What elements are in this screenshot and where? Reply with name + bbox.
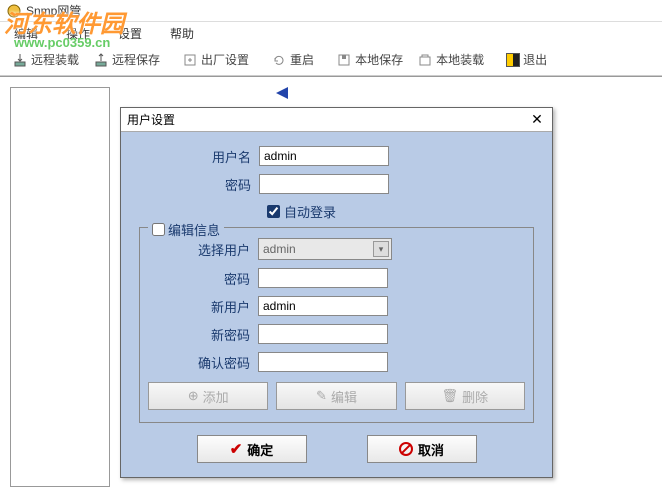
arrow-left-icon bbox=[272, 85, 292, 104]
menu-operate[interactable]: 操作 bbox=[60, 23, 96, 44]
cancel-icon bbox=[399, 442, 413, 456]
edit-icon: ✎ bbox=[316, 388, 327, 404]
exit-icon bbox=[506, 53, 520, 67]
close-icon[interactable]: ✕ bbox=[528, 111, 546, 129]
local-load-button[interactable]: 本地装载 bbox=[411, 48, 490, 71]
select-user-label: 选择用户 bbox=[148, 240, 258, 259]
add-button[interactable]: ⊕ 添加 bbox=[148, 382, 268, 410]
menu-help[interactable]: 帮助 bbox=[164, 23, 200, 44]
cancel-button[interactable]: 取消 bbox=[367, 435, 477, 463]
edit-info-fieldset: 编辑信息 选择用户 admin ▾ 密码 新用户 bbox=[139, 227, 534, 423]
remote-save-button[interactable]: 远程保存 bbox=[87, 48, 166, 71]
username-label: 用户名 bbox=[139, 147, 259, 166]
window-title: Snmp网管 bbox=[26, 2, 81, 19]
edit-button[interactable]: ✎ 编辑 bbox=[276, 382, 396, 410]
add-icon: ⊕ bbox=[188, 388, 199, 404]
user-settings-dialog: 用户设置 ✕ 用户名 密码 自动登录 编辑信息 选 bbox=[120, 107, 553, 478]
exit-button[interactable]: 退出 bbox=[500, 48, 553, 71]
app-icon bbox=[6, 3, 22, 19]
restart-icon bbox=[271, 52, 287, 68]
toolbar: 远程装载 远程保存 出厂设置 重启 本地保存 本地装载 退出 bbox=[0, 44, 662, 76]
check-icon: ✔ bbox=[230, 440, 243, 458]
save-icon bbox=[336, 52, 352, 68]
ok-button[interactable]: ✔ 确定 bbox=[197, 435, 307, 463]
factory-icon bbox=[182, 52, 198, 68]
menu-bar: 编辑 操作 设置 帮助 bbox=[0, 22, 662, 44]
select-user-dropdown[interactable]: admin ▾ bbox=[258, 238, 392, 260]
autologin-checkbox[interactable] bbox=[267, 205, 280, 218]
newuser-input[interactable] bbox=[258, 296, 388, 316]
fs-password-input[interactable] bbox=[258, 268, 388, 288]
remote-load-button[interactable]: 远程装载 bbox=[6, 48, 85, 71]
username-input[interactable] bbox=[259, 146, 389, 166]
fs-password-label: 密码 bbox=[148, 269, 258, 288]
dialog-title: 用户设置 bbox=[127, 111, 175, 128]
trash-icon: 🗑 bbox=[442, 388, 459, 404]
newuser-label: 新用户 bbox=[148, 297, 258, 316]
menu-edit[interactable]: 编辑 bbox=[8, 23, 44, 44]
title-bar: Snmp网管 bbox=[0, 0, 662, 22]
load-icon bbox=[417, 52, 433, 68]
content-area: 用户设置 ✕ 用户名 密码 自动登录 编辑信息 选 bbox=[0, 76, 662, 503]
menu-settings[interactable]: 设置 bbox=[112, 23, 148, 44]
newpassword-label: 新密码 bbox=[148, 325, 258, 344]
tree-panel[interactable] bbox=[10, 87, 110, 487]
newpassword-input[interactable] bbox=[258, 324, 388, 344]
download-icon bbox=[12, 52, 28, 68]
delete-button[interactable]: 🗑 删除 bbox=[405, 382, 525, 410]
autologin-label: 自动登录 bbox=[284, 202, 336, 221]
password-input[interactable] bbox=[259, 174, 389, 194]
factory-button[interactable]: 出厂设置 bbox=[176, 48, 255, 71]
editinfo-legend: 编辑信息 bbox=[168, 220, 220, 239]
confirmpassword-input[interactable] bbox=[258, 352, 388, 372]
chevron-down-icon: ▾ bbox=[373, 241, 389, 257]
restart-button[interactable]: 重启 bbox=[265, 48, 320, 71]
confirmpassword-label: 确认密码 bbox=[148, 353, 258, 372]
password-label: 密码 bbox=[139, 175, 259, 194]
upload-icon bbox=[93, 52, 109, 68]
editinfo-checkbox[interactable] bbox=[152, 223, 165, 236]
dialog-titlebar[interactable]: 用户设置 ✕ bbox=[121, 108, 552, 132]
local-save-button[interactable]: 本地保存 bbox=[330, 48, 409, 71]
